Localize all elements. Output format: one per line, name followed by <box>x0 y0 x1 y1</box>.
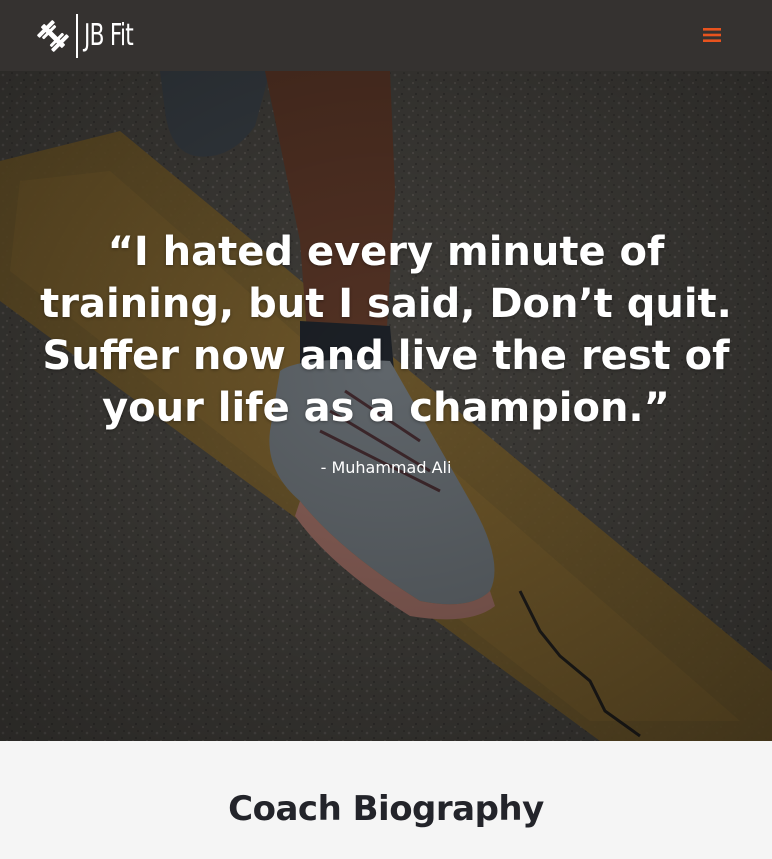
coach-bio-section: Coach Biography <box>0 741 772 859</box>
dumbbell-icon <box>37 20 69 52</box>
section-title: Coach Biography <box>228 789 544 829</box>
site-header: JB Fit <box>0 0 772 71</box>
menu-button[interactable] <box>698 22 726 48</box>
logo-text: JB Fit <box>84 18 134 53</box>
site-logo[interactable]: JB Fit <box>36 12 152 60</box>
hero-quote: “I hated every minute of training, but I… <box>40 229 732 431</box>
hero-banner: “I hated every minute of training, but I… <box>0 71 772 741</box>
quote-author: - Muhammad Ali <box>320 458 452 477</box>
logo-divider <box>76 14 78 58</box>
hamburger-icon <box>703 28 721 42</box>
